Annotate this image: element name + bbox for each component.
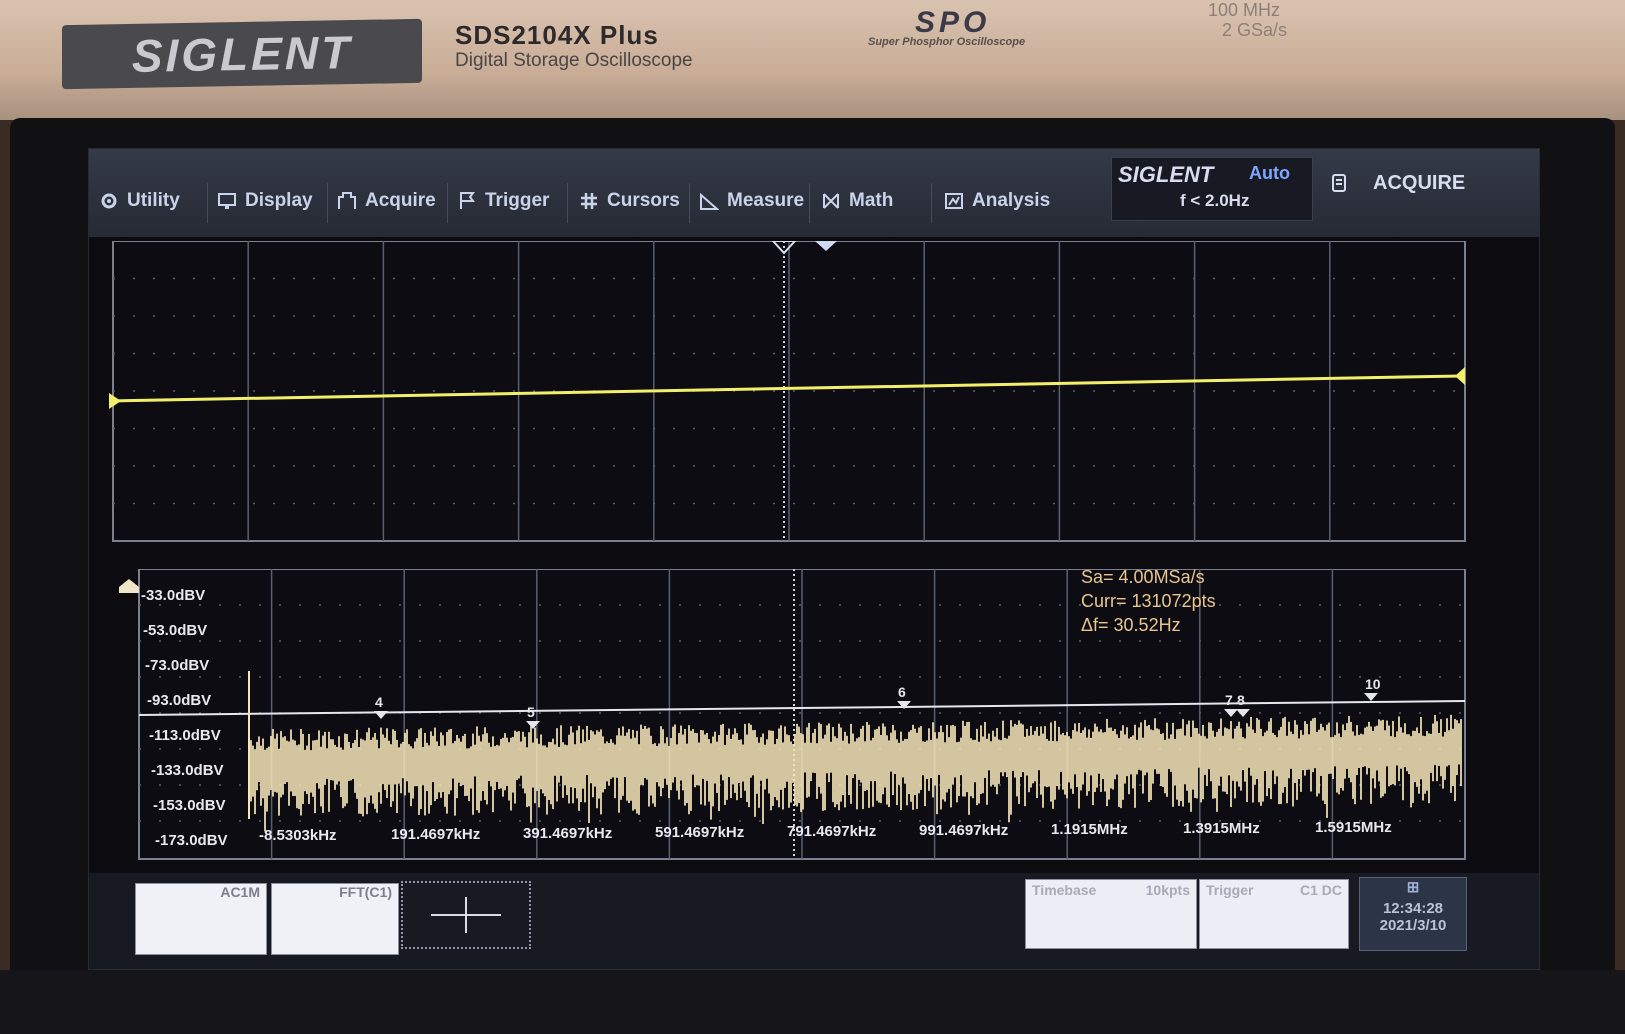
model-subtitle: Digital Storage Oscilloscope bbox=[455, 50, 693, 71]
fft-y-label: -153.0dBV bbox=[153, 797, 226, 814]
spec-samplerate: 2 GSa/s bbox=[1222, 20, 1288, 40]
menu-math[interactable]: Math bbox=[821, 181, 893, 221]
device-top-bezel: SIGLENT SDS2104X Plus Digital Storage Os… bbox=[0, 0, 1625, 120]
fft-x-label: 1.1915MHz bbox=[1051, 821, 1128, 838]
math-icon bbox=[823, 193, 839, 209]
fft-x-label: 591.4697kHz bbox=[655, 824, 745, 841]
fft-y-label: -73.0dBV bbox=[145, 657, 210, 674]
menu-trigger-label: Trigger bbox=[485, 190, 550, 211]
hash-icon bbox=[581, 193, 597, 209]
menu-analysis[interactable]: Analysis bbox=[944, 181, 1050, 221]
trigger-label: Trigger bbox=[1206, 882, 1254, 898]
fft-x-label: 1.5915MHz bbox=[1315, 819, 1392, 836]
screen-brand: SIGLENT bbox=[1118, 162, 1214, 187]
menu-utility[interactable]: Utility bbox=[99, 181, 180, 221]
menu-cursors-label: Cursors bbox=[607, 190, 680, 211]
flag-icon bbox=[460, 192, 475, 209]
menu-analysis-label: Analysis bbox=[972, 190, 1051, 211]
brand-logo: SIGLENT bbox=[62, 18, 422, 90]
fft-x-label: 991.4697kHz bbox=[919, 822, 1009, 839]
fft-y-label: -93.0dBV bbox=[147, 692, 212, 709]
network-icon: ⊞ bbox=[1406, 879, 1420, 896]
fft-source: FFT(C1) bbox=[339, 884, 392, 900]
peak-marker-label: 6 bbox=[898, 684, 906, 700]
monitor-icon bbox=[218, 193, 236, 209]
fft-y-label: -33.0dBV bbox=[141, 587, 206, 604]
oscilloscope-screen: Utility Display Acquire Trigger Cursors … bbox=[88, 148, 1540, 970]
model-name: SDS2104X Plus bbox=[455, 20, 659, 50]
clock-time: 12:34:28 bbox=[1382, 900, 1444, 917]
timebase-label: Timebase bbox=[1032, 882, 1097, 898]
trigger-info-box[interactable]: Trigger C1 DC bbox=[1199, 879, 1349, 949]
fft-y-label: -53.0dBV bbox=[143, 622, 208, 639]
timebase-value: 10kpts bbox=[1145, 882, 1190, 898]
fft-x-label: 791.4697kHz bbox=[787, 823, 877, 840]
menu-separator bbox=[931, 183, 932, 223]
device-bottom-bezel bbox=[0, 970, 1625, 1034]
peak-marker-label: 8 bbox=[1237, 692, 1245, 708]
analysis-icon bbox=[945, 193, 963, 209]
menu-bar: Utility Display Acquire Trigger Cursors … bbox=[89, 149, 1539, 237]
trigger-source-value: C1 DC bbox=[1299, 882, 1342, 898]
peak-marker-label: 7 bbox=[1225, 692, 1233, 708]
fft-x-label: -8.5303kHz bbox=[259, 827, 337, 844]
menu-acquire-label: Acquire bbox=[365, 190, 436, 211]
fft-y-label: -113.0dBV bbox=[149, 727, 221, 744]
fft-y-label: -133.0dBV bbox=[151, 762, 224, 779]
fft-info-box[interactable]: FFT(C1) bbox=[271, 883, 399, 955]
fft-x-label: 391.4697kHz bbox=[523, 825, 613, 842]
timebase-box[interactable]: Timebase 10kpts bbox=[1025, 879, 1197, 949]
peak-marker-label: 5 bbox=[527, 704, 535, 720]
spo-subtitle: Super Phosphor Oscilloscope bbox=[868, 36, 1026, 48]
ch1-info-box[interactable]: AC1M bbox=[135, 883, 267, 955]
status-bar: AC1M FFT(C1) Timebase 10kpts Trigger C1 … bbox=[89, 873, 1539, 969]
gear-icon bbox=[101, 193, 117, 209]
menu-acquire[interactable]: Acquire bbox=[337, 181, 436, 221]
trigger-status-box[interactable]: SIGLENT Auto f < 2.0Hz bbox=[1111, 157, 1313, 221]
menu-measure-label: Measure bbox=[727, 190, 805, 211]
spec-bandwidth: 100 MHz bbox=[1208, 0, 1281, 20]
menu-cursors[interactable]: Cursors bbox=[579, 181, 680, 221]
menu-separator bbox=[689, 183, 690, 223]
fft-points: Curr= 131072pts bbox=[1081, 591, 1216, 611]
ruler-icon bbox=[700, 192, 719, 210]
math-channel-icon bbox=[119, 579, 139, 593]
menu-separator bbox=[207, 183, 208, 223]
time-grid bbox=[108, 240, 1466, 542]
fft-y-label: -173.0dBV bbox=[155, 832, 228, 849]
menu-separator bbox=[809, 183, 810, 223]
clock-box[interactable]: ⊞ 12:34:28 2021/3/10 bbox=[1359, 877, 1467, 951]
clock-date: 2021/3/10 bbox=[1379, 917, 1447, 934]
peak-marker-label: 4 bbox=[375, 694, 383, 710]
peak-marker-label: 10 bbox=[1365, 676, 1381, 692]
ch1-coupling: AC1M bbox=[220, 884, 260, 900]
menu-math-label: Math bbox=[849, 190, 894, 211]
menu-measure[interactable]: Measure bbox=[699, 181, 804, 221]
fft-resolution: Δf= 30.52Hz bbox=[1081, 615, 1181, 635]
fft-sample-rate: Sa= 4.00MSa/s bbox=[1081, 567, 1205, 587]
fft-x-label: 191.4697kHz bbox=[391, 826, 481, 843]
add-channel-button[interactable] bbox=[401, 881, 531, 949]
trigger-mode: Auto bbox=[1249, 163, 1290, 183]
spo-logo: SPO bbox=[915, 6, 991, 39]
trigger-frequency: f < 2.0Hz bbox=[1180, 191, 1250, 210]
acquire-icon bbox=[338, 192, 356, 209]
fft-x-label: 1.3915MHz bbox=[1183, 820, 1260, 837]
document-icon bbox=[1332, 174, 1346, 192]
acquire-button-label: ACQUIRE bbox=[1373, 171, 1466, 194]
acquire-button[interactable]: ACQUIRE bbox=[1329, 163, 1465, 203]
time-domain-plot[interactable] bbox=[108, 240, 1469, 549]
menu-display[interactable]: Display bbox=[217, 181, 313, 221]
menu-utility-label: Utility bbox=[127, 190, 180, 211]
menu-separator bbox=[327, 183, 328, 223]
menu-separator bbox=[447, 183, 448, 223]
menu-separator bbox=[567, 183, 568, 223]
menu-trigger[interactable]: Trigger bbox=[457, 181, 549, 221]
fft-plot[interactable]: 4 5 6 7 8 10 Sa= 4.00MSa/s Curr= 131072pts Δf… bbox=[109, 567, 1469, 869]
menu-display-label: Display bbox=[245, 190, 313, 211]
